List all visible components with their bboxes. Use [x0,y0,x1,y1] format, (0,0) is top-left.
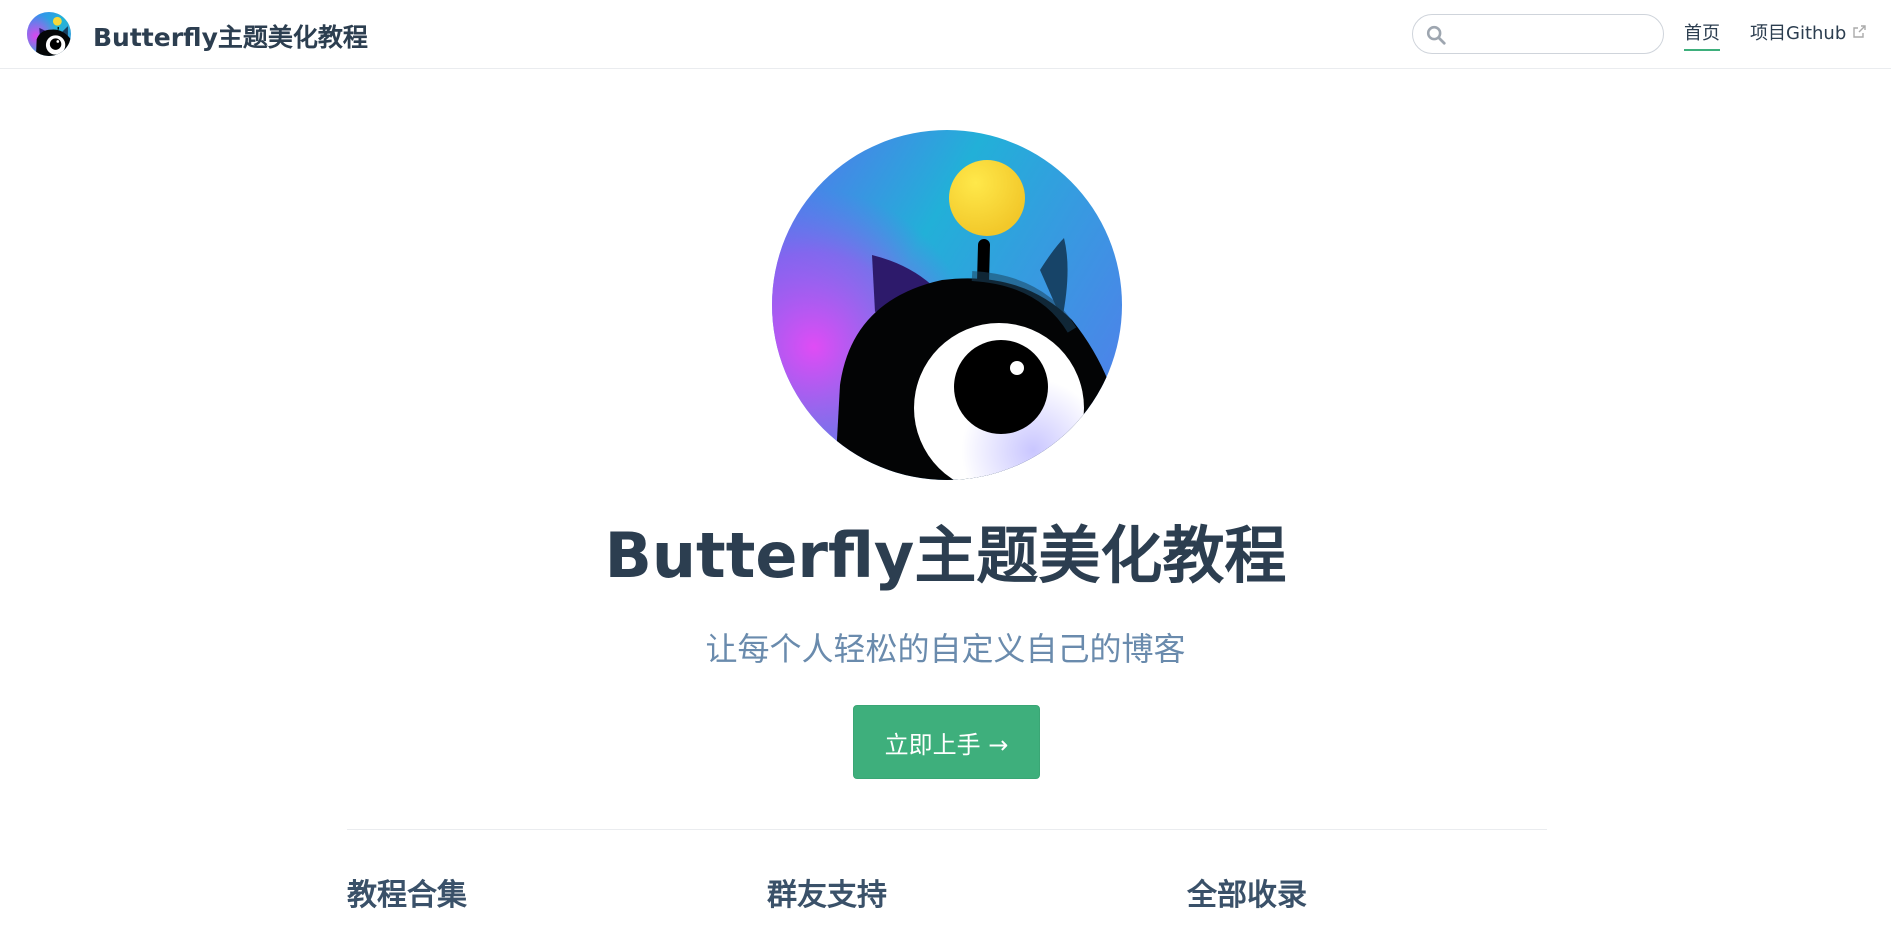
nav-link-github-label: 项目Github [1750,23,1847,44]
nav-link-home[interactable]: 首页 [1684,22,1720,51]
feature-title-support: 群友支持 [767,878,887,913]
divider [347,829,1547,830]
hero-logo [772,130,1122,480]
feature-title-tutorials: 教程合集 [347,878,467,913]
hero-description: 让每个人轻松的自定义自己的博客 [705,630,1186,668]
get-started-button[interactable]: 立即上手 → [853,705,1040,779]
navbar: Butterfly主题美化教程 首页 项目Github [0,0,1891,69]
search-icon [1426,25,1446,45]
hero-title: Butterfly主题美化教程 [604,519,1287,592]
site-logo[interactable] [27,12,71,56]
nav-link-github[interactable]: 项目Github [1750,22,1866,46]
feature-title-collection: 全部收录 [1187,878,1307,913]
external-link-icon [1853,25,1866,38]
search-box[interactable] [1412,14,1664,54]
site-name[interactable]: Butterfly主题美化教程 [93,18,368,54]
search-input[interactable] [1455,21,1655,49]
